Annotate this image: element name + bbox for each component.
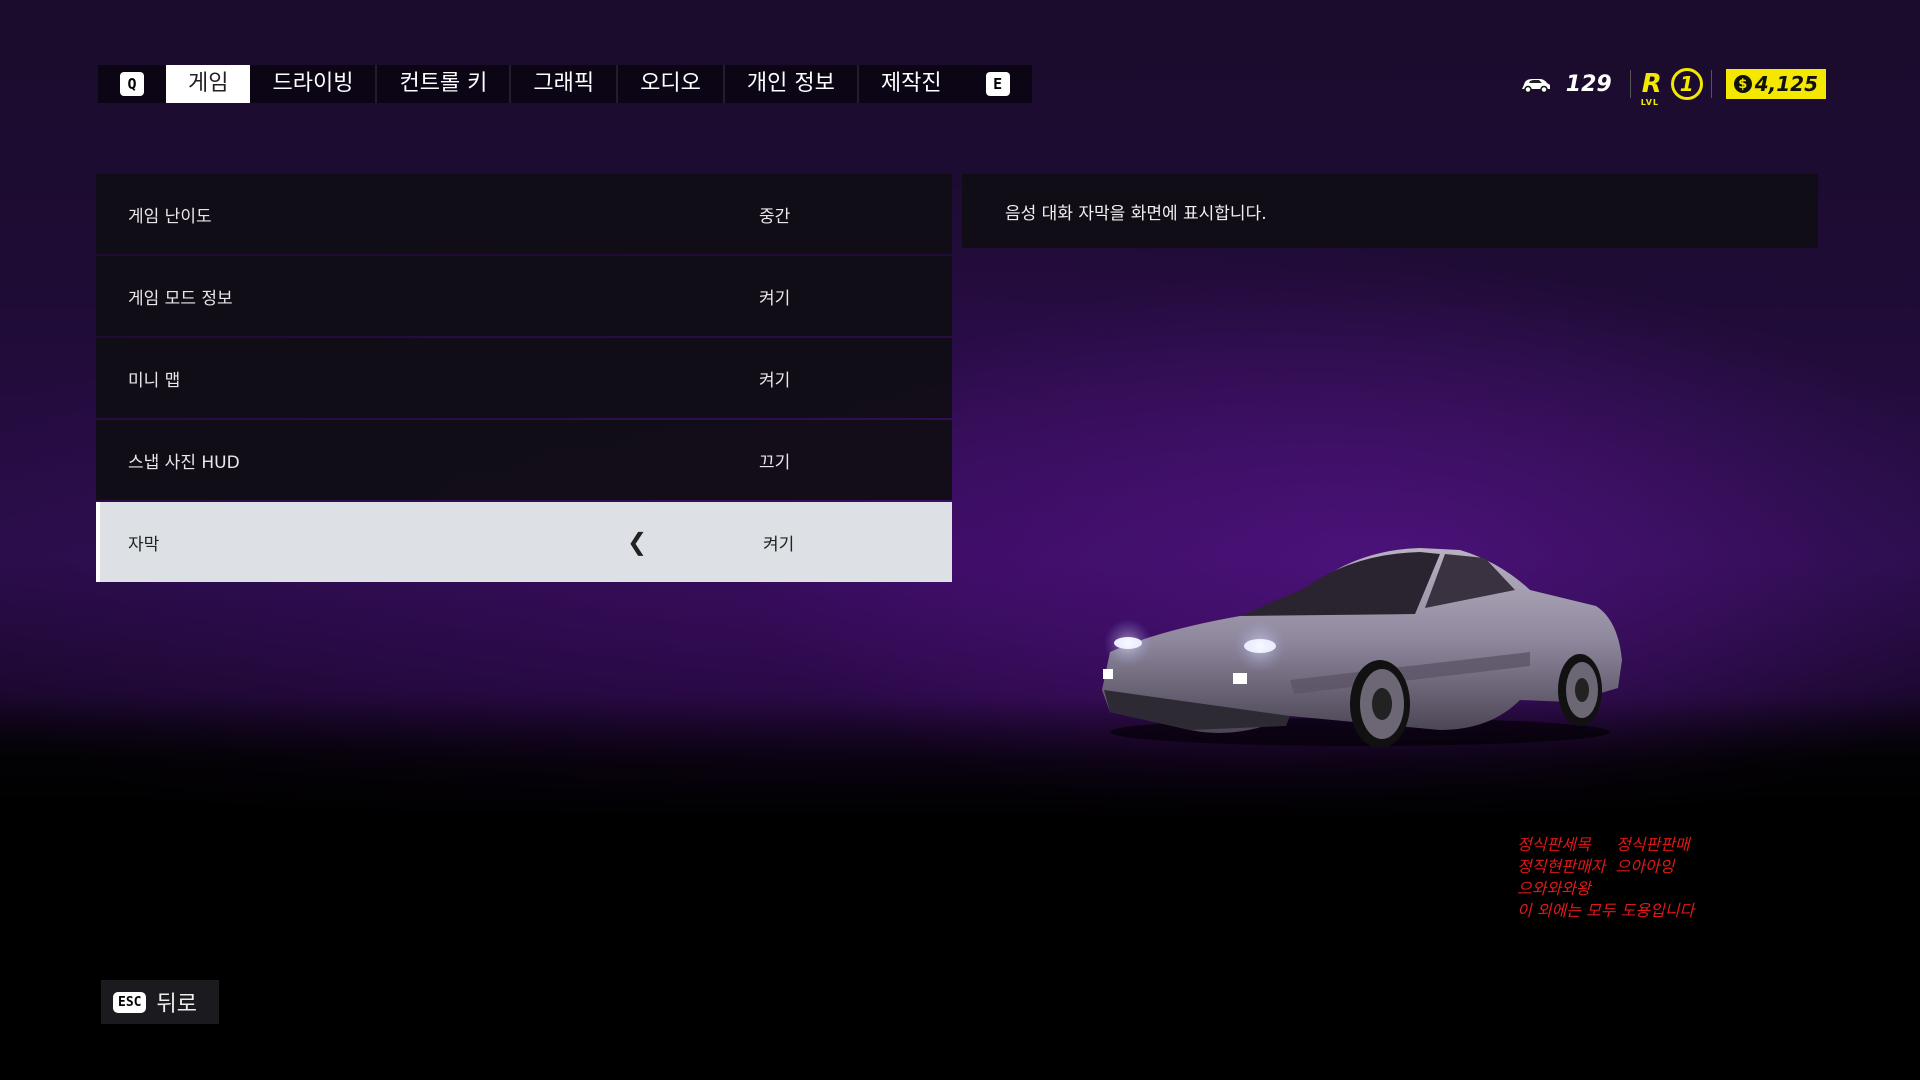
setting-label: 게임 난이도	[128, 206, 212, 227]
back-button[interactable]: ESC 뒤로	[101, 980, 219, 1024]
car-image	[1102, 548, 1622, 748]
setting-row-mode-info[interactable]: 게임 모드 정보 켜기	[96, 256, 952, 336]
hud-divider	[1710, 70, 1712, 98]
money-display: $ 4,125	[1725, 69, 1826, 99]
hud-divider	[1629, 70, 1631, 98]
player-hud: 129 R LVL 1 $ 4,125	[1520, 66, 1826, 107]
setting-value: 켜기	[759, 370, 791, 391]
tab-prev-key[interactable]: Q	[120, 72, 144, 96]
description-panel: 음성 대화 자막을 화면에 표시합니다.	[962, 174, 1818, 248]
watermark-text: 정식판세목 정식판판매 정직현판매자 으아아잉 으와와와왕 이 외에는 모두 도…	[1517, 834, 1694, 922]
tab-next-key[interactable]: E	[985, 72, 1010, 96]
tab-controls[interactable]: 컨트롤 키	[377, 65, 509, 103]
tab-driving[interactable]: 드라이빙	[250, 65, 375, 103]
level-letter: R	[1641, 69, 1662, 99]
tab-privacy[interactable]: 개인 정보	[725, 65, 857, 103]
watermark-line: 정직현판매자 으아아잉	[1517, 857, 1675, 876]
settings-list: 게임 난이도 중간 게임 모드 정보 켜기 미니 맵 켜기 스냅 사진 HUD …	[96, 174, 952, 584]
setting-label: 미니 맵	[128, 370, 181, 391]
tab-credits[interactable]: 제작진	[859, 65, 964, 103]
watermark-line: 이 외에는 모두 도용입니다	[1517, 901, 1695, 920]
watermark-line: 정식판세목 정식판판매	[1517, 835, 1690, 854]
setting-label: 게임 모드 정보	[128, 288, 233, 309]
description-text: 음성 대화 자막을 화면에 표시합니다.	[1005, 203, 1267, 224]
tab-bar: Q 게임 드라이빙 컨트롤 키 그래픽 오디오 개인 정보 제작진 E	[98, 65, 1032, 103]
car-icon	[1521, 79, 1550, 94]
level-badge: 1	[1670, 68, 1703, 100]
setting-row-subtitles[interactable]: 자막 ❮ 켜기	[96, 502, 952, 582]
level-r-icon: R LVL	[1639, 69, 1665, 107]
level-caption: LVL	[1640, 98, 1660, 107]
setting-row-minimap[interactable]: 미니 맵 켜기	[96, 338, 952, 418]
back-label: 뒤로	[156, 992, 197, 1017]
tab-audio[interactable]: 오디오	[618, 65, 723, 103]
car-count: 129	[1565, 71, 1612, 97]
setting-value: 켜기	[763, 534, 795, 555]
setting-row-snapshot-hud[interactable]: 스냅 사진 HUD 끄기	[96, 420, 952, 500]
setting-value: 켜기	[759, 288, 791, 309]
tab-graphics[interactable]: 그래픽	[511, 65, 616, 103]
setting-value: 중간	[759, 206, 791, 227]
setting-value: 끄기	[759, 452, 791, 473]
chevron-left-icon[interactable]: ❮	[627, 528, 647, 556]
coin-icon: $	[1733, 75, 1752, 93]
esc-key-icon: ESC	[113, 991, 147, 1013]
setting-row-difficulty[interactable]: 게임 난이도 중간	[96, 174, 952, 254]
setting-label: 자막	[128, 534, 160, 555]
money-amount: 4,125	[1754, 72, 1818, 96]
tab-game[interactable]: 게임	[166, 65, 251, 103]
setting-label: 스냅 사진 HUD	[128, 452, 240, 473]
watermark-line: 으와와와왕	[1517, 879, 1591, 898]
